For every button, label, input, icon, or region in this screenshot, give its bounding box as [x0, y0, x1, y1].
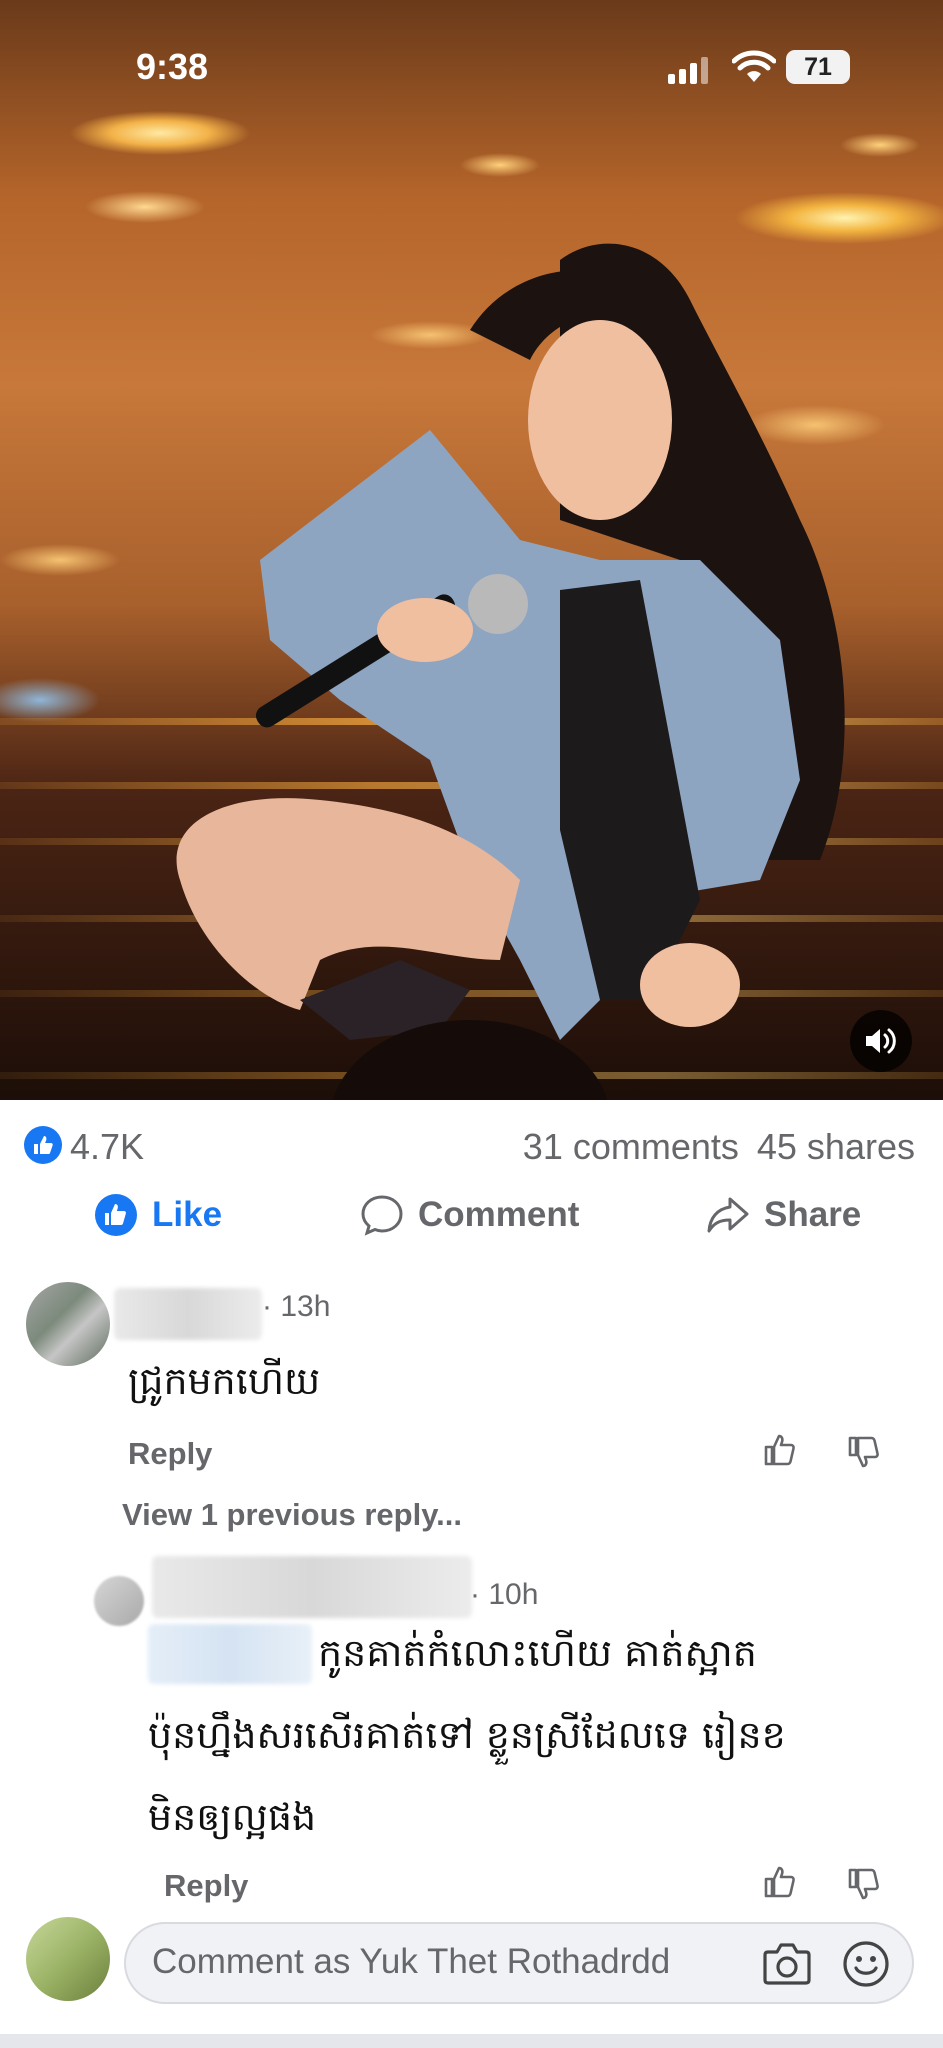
comments-count[interactable]: 31 comments [523, 1126, 739, 1167]
emoji-icon[interactable] [842, 1940, 890, 1988]
reply-time: · 10h [470, 1578, 539, 1611]
like-label: Like [152, 1195, 223, 1234]
current-user-avatar[interactable] [26, 1917, 110, 2001]
commenter-name-redacted[interactable] [114, 1288, 262, 1340]
reply-author-avatar[interactable] [94, 1576, 144, 1626]
performer-image [176, 243, 845, 1100]
like-button[interactable]: Like [94, 1185, 222, 1245]
mention-redacted[interactable] [148, 1624, 312, 1684]
speaker-icon [866, 1028, 896, 1054]
comment-label: Comment [418, 1195, 580, 1234]
commenter-avatar[interactable] [26, 1282, 110, 1366]
comment-text: ជ្រូកមកហើយ [128, 1359, 321, 1403]
reaction-summary: 4.7K 31 comments 45 shares [24, 1120, 919, 1170]
reply-text-line-2: ប៉ុនហ្នឹងសរសើរគាត់ទៅ ខ្លួនស្រីដែលទេ រៀនខ [148, 1713, 786, 1757]
comment-input-placeholder: Comment as Yuk Thet Rothadrdd [152, 1942, 671, 1981]
speech-bubble-icon [361, 1195, 403, 1236]
thumbs-up-filled-icon [95, 1194, 137, 1236]
reaction-count[interactable]: 4.7K [70, 1126, 144, 1168]
bottom-divider [0, 2034, 943, 2048]
camera-icon[interactable] [762, 1940, 812, 1986]
reply-text-line-1: កូនគាត់កំលោះហើយ គាត់ស្អាត [318, 1631, 757, 1675]
reply-downvote-icon[interactable] [846, 1866, 882, 1902]
comment-downvote-icon[interactable] [846, 1434, 882, 1470]
view-previous-replies-link[interactable]: View 1 previous reply... [122, 1497, 462, 1533]
share-arrow-icon [707, 1197, 749, 1233]
sound-toggle-button[interactable] [850, 1010, 912, 1072]
reply-link[interactable]: Reply [128, 1436, 212, 1472]
share-button[interactable]: Share [706, 1185, 861, 1245]
comment-time: · 13h [262, 1290, 331, 1323]
share-label: Share [764, 1195, 862, 1234]
comment-input[interactable]: Comment as Yuk Thet Rothadrdd [124, 1922, 914, 2004]
like-reaction-icon [24, 1126, 62, 1164]
reply-link[interactable]: Reply [164, 1868, 248, 1904]
shares-count[interactable]: 45 shares [757, 1126, 915, 1167]
battery-indicator: 71 [786, 50, 850, 84]
comment-button[interactable]: Comment [360, 1185, 579, 1245]
reply-text-line-3: មិនឲ្យល្អផង [148, 1795, 317, 1839]
post-stats: 31 comments 45 shares [523, 1126, 915, 1168]
reply-author-name-redacted[interactable] [152, 1556, 472, 1618]
cellular-signal-icon [668, 57, 708, 84]
wifi-icon [732, 50, 776, 82]
comment-upvote-icon[interactable] [762, 1432, 798, 1468]
status-time: 9:38 [136, 46, 209, 87]
post-video[interactable]: 9:38 71 [0, 0, 943, 1100]
post-action-bar: Like Comment Share [0, 1185, 943, 1245]
reply-upvote-icon[interactable] [762, 1864, 798, 1900]
